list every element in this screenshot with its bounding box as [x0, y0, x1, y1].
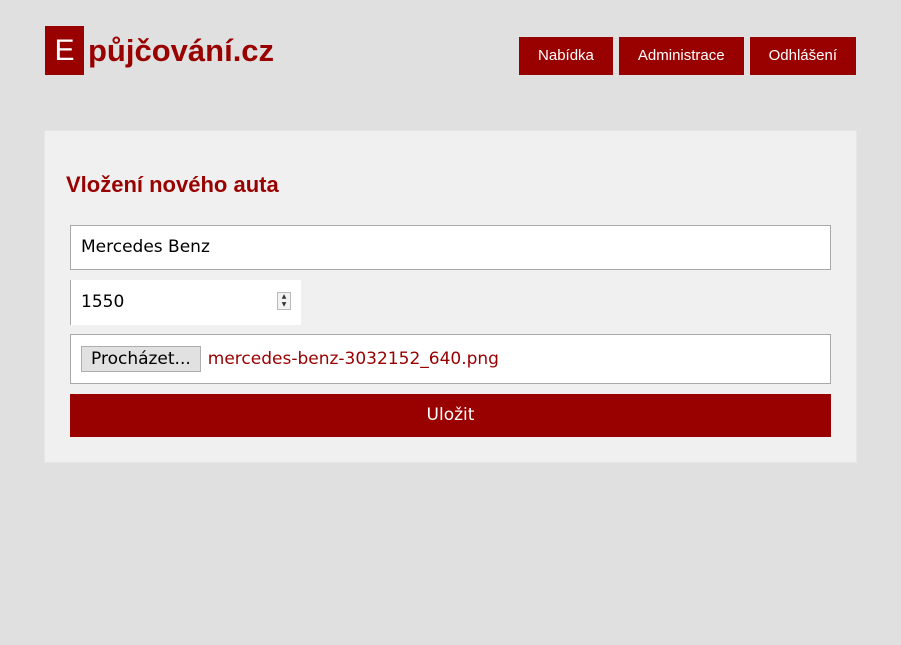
page-title: Vložení nového auta	[66, 172, 279, 197]
save-button[interactable]: Uložit	[70, 394, 831, 437]
logo-text: půjčování.cz	[88, 33, 275, 68]
price-number-input[interactable]: 1550 ▲ ▼	[70, 280, 301, 325]
number-spinner-icon[interactable]: ▲ ▼	[277, 292, 291, 310]
nav-administrace-button[interactable]: Administrace	[618, 37, 744, 75]
car-name-input[interactable]: Mercedes Benz	[70, 225, 831, 270]
main-nav: Nabídka Administrace Odhlášení	[519, 37, 856, 75]
logo-letter: E	[45, 26, 84, 75]
nav-nabidka-button[interactable]: Nabídka	[519, 37, 613, 75]
price-value: 1550	[81, 292, 125, 312]
selected-file-name: mercedes-benz-3032152_640.png	[207, 349, 499, 369]
site-logo[interactable]: E půjčování.cz	[45, 26, 274, 75]
browse-button[interactable]: Procházet...	[81, 346, 201, 372]
add-car-panel: Vložení nového auta Mercedes Benz 1550 ▲…	[44, 130, 857, 463]
nav-odhlaseni-button[interactable]: Odhlášení	[749, 37, 856, 75]
image-file-input[interactable]: Procházet... mercedes-benz-3032152_640.p…	[70, 334, 831, 384]
